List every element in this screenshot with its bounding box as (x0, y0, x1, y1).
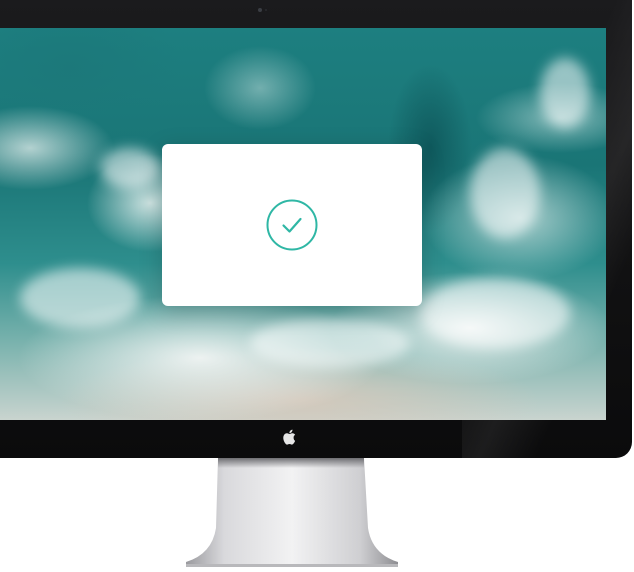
success-dialog (162, 144, 422, 306)
wave-foam (250, 318, 410, 368)
check-circle-icon (264, 197, 320, 253)
scene (0, 0, 634, 572)
apple-logo-icon (282, 428, 298, 446)
wave-foam (540, 58, 590, 128)
wave-foam (20, 268, 140, 328)
wave-foam (100, 148, 160, 188)
wave-foam (420, 278, 570, 348)
monitor-stand (186, 458, 398, 572)
wave-foam (470, 148, 540, 238)
camera-icon (258, 8, 268, 12)
desktop-screen (0, 28, 606, 420)
